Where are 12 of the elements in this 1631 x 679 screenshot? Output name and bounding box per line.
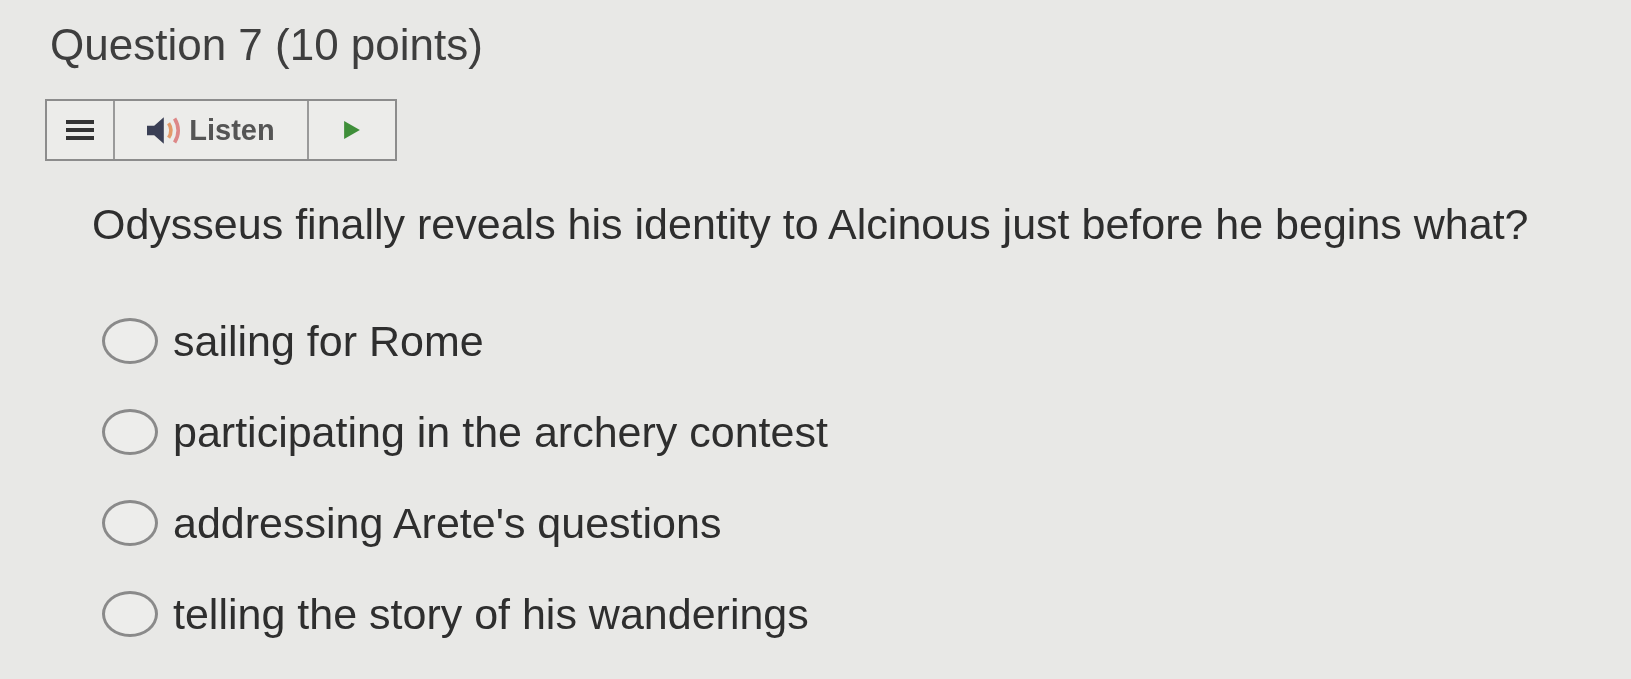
answer-option[interactable]: sailing for Rome <box>102 316 484 366</box>
answer-option[interactable]: telling the story of his wanderings <box>102 589 809 639</box>
answer-option[interactable]: addressing Arete's questions <box>102 498 722 548</box>
question-title: Question 7 (10 points) <box>50 20 483 70</box>
answer-option[interactable]: participating in the archery contest <box>102 407 828 457</box>
radio-button[interactable] <box>102 318 158 364</box>
play-icon <box>344 121 360 139</box>
radio-button[interactable] <box>102 409 158 455</box>
radio-button[interactable] <box>102 500 158 546</box>
question-text: Odysseus finally reveals his identity to Alcinous just before he begins what? <box>92 199 1529 250</box>
menu-icon <box>66 120 94 140</box>
radio-button[interactable] <box>102 591 158 637</box>
